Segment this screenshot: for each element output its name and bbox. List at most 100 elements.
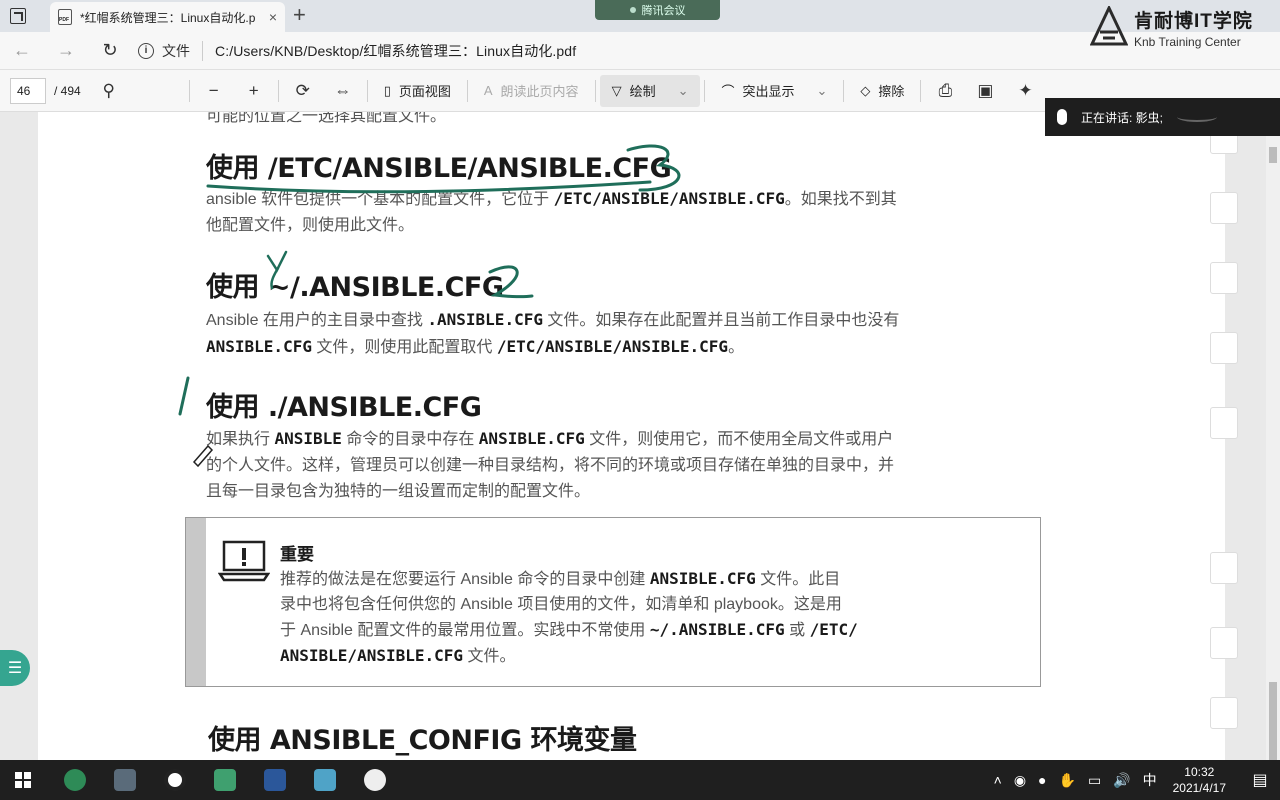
page-thumbnail[interactable] xyxy=(1210,262,1238,294)
scroll-thumb[interactable] xyxy=(1269,147,1277,163)
record-status-icon[interactable]: ◉ xyxy=(1014,772,1026,789)
text: Ansible 在用户的主目录中查找 xyxy=(206,312,428,329)
page-thumbnail[interactable] xyxy=(1210,627,1238,659)
address-bar: ← → ↻ i 文件 C:/Users/KNB/Desktop/红帽系统管理三：… xyxy=(0,32,1280,70)
search-icon[interactable]: ⚲ xyxy=(89,81,129,101)
pdf-file-icon xyxy=(58,9,72,25)
window-menu-icon[interactable] xyxy=(10,8,26,24)
volume-icon[interactable]: 🔊 xyxy=(1113,772,1130,789)
new-tab-button[interactable]: + xyxy=(293,4,306,26)
divider xyxy=(920,79,922,102)
page-view-button[interactable]: ▯ 页面视图 xyxy=(372,75,463,107)
divider xyxy=(277,79,279,102)
chevron-down-icon[interactable]: ⌄ xyxy=(678,83,689,99)
url-field[interactable]: C:/Users/KNB/Desktop/红帽系统管理三：Linux自动化.pd… xyxy=(215,41,576,61)
code: ANSIBLE/ANSIBLE.CFG xyxy=(280,646,464,665)
text: 且每一目录包含为独特的一组设置而定制的配置文件。 xyxy=(206,483,591,500)
ime-indicator[interactable]: 中 xyxy=(1143,770,1157,790)
forward-button[interactable]: → xyxy=(44,40,88,61)
note-title: 重要 xyxy=(280,545,314,564)
network-icon[interactable]: ▭ xyxy=(1088,772,1101,789)
zoom-in-icon[interactable]: + xyxy=(234,81,274,101)
tab-title: *红帽系统管理三：Linux自动化.p xyxy=(80,10,256,25)
record-taskbar-app[interactable] xyxy=(150,760,200,800)
section-title-home-ansible: 使用 ~/.ANSIBLE.CFG xyxy=(206,272,504,303)
section-paragraph-2: Ansible 在用户的主目录中查找 .ANSIBLE.CFG 文件。如果存在此… xyxy=(206,307,1036,361)
photos-taskbar-app[interactable] xyxy=(300,760,350,800)
page-thumbnail[interactable] xyxy=(1210,552,1238,584)
section-title-etc-ansible: 使用 /ETC/ANSIBLE/ANSIBLE.CFG xyxy=(206,153,672,184)
text: 或 xyxy=(784,622,810,639)
text: 录中也将包含任何供您的 Ansible 项目使用的文件，如清单和 playboo… xyxy=(280,596,842,613)
page-number-input[interactable]: 46 xyxy=(10,77,46,104)
document-viewport[interactable]: 可能的位置之一选择其配置文件。 使用 /ETC/ANSIBLE/ANSIBLE.… xyxy=(0,112,1280,760)
clock[interactable]: 10:32 2021/4/17 xyxy=(1173,764,1226,796)
reload-button[interactable]: ↻ xyxy=(88,40,132,61)
logo-mark-icon xyxy=(1089,4,1129,46)
print-icon[interactable]: ⎙ xyxy=(925,81,965,101)
microphone-icon[interactable]: ● xyxy=(1038,772,1046,788)
audio-wave-icon xyxy=(1177,112,1218,122)
vertical-scrollbar[interactable] xyxy=(1266,112,1280,760)
page-total: / 494 xyxy=(54,83,81,98)
meeting-icon xyxy=(629,7,636,13)
scroll-track-marker xyxy=(1269,682,1277,760)
page-thumbnail[interactable] xyxy=(1210,192,1238,224)
meeting-label: 腾讯会议 xyxy=(641,5,686,17)
code: ANSIBLE.CFG xyxy=(649,569,756,588)
brand-logo: 肯耐博IT学院 Knb Training Center xyxy=(1089,4,1253,49)
edge-taskbar-app[interactable] xyxy=(50,760,100,800)
site-info[interactable]: i 文件 xyxy=(138,41,190,61)
draw-button[interactable]: ▽ 绘制 ⌄ xyxy=(599,74,701,107)
word-taskbar-app[interactable] xyxy=(250,760,300,800)
text: 。 xyxy=(728,339,745,356)
info-icon: i xyxy=(138,42,154,59)
text: 于 Ansible 配置文件的最常用位置。实践中不常使用 xyxy=(280,622,650,639)
zoom-out-icon[interactable]: − xyxy=(194,81,234,101)
chat-taskbar-app[interactable] xyxy=(350,760,400,800)
rotate-icon[interactable]: ⟳ xyxy=(283,81,323,101)
fit-width-icon[interactable]: ⇔ xyxy=(323,81,363,101)
back-button[interactable]: ← xyxy=(0,40,44,61)
page-thumbnail[interactable] xyxy=(1210,697,1238,729)
highlight-button[interactable]: ⌒ 突出显示 ⌄ xyxy=(709,75,839,107)
taskbar: ˄ ◉ ● ✋ ▭ 🔊 中 10:32 2021/4/17 ▤ xyxy=(0,760,1280,800)
chevron-up-icon[interactable]: ˄ xyxy=(994,772,1002,788)
pdf-tab[interactable]: *红帽系统管理三：Linux自动化.p × xyxy=(50,2,285,32)
meeting-taskbar-app[interactable] xyxy=(200,760,250,800)
code: /ETC/ANSIBLE/ANSIBLE.CFG xyxy=(553,189,785,208)
clock-time: 10:32 xyxy=(1184,765,1215,779)
page-thumbnail[interactable] xyxy=(1210,407,1238,439)
chat-icon xyxy=(364,769,386,791)
code: /ETC/ANSIBLE/ANSIBLE.CFG xyxy=(496,337,729,356)
notification-icon[interactable]: ▤ xyxy=(1240,770,1280,790)
divider xyxy=(366,79,368,102)
erase-button[interactable]: ◇ 擦除 xyxy=(848,75,916,107)
important-note-box: 重要 推荐的做法是在您要运行 Ansible 命令的目录中创建 ANSIBLE.… xyxy=(185,517,1041,687)
tab-close-button[interactable]: × xyxy=(269,9,277,25)
read-aloud-button[interactable]: A 朗读此页内容 xyxy=(472,75,591,107)
page-view-label: 页面视图 xyxy=(398,84,451,99)
save-icon[interactable]: ▣ xyxy=(965,81,1005,101)
tencent-meeting-icon xyxy=(214,769,236,791)
erase-label: 擦除 xyxy=(878,84,905,99)
pin-icon[interactable]: ✦ xyxy=(1005,81,1045,101)
draw-icon: ▽ xyxy=(611,82,622,98)
explorer-taskbar-app[interactable] xyxy=(100,760,150,800)
folder-icon xyxy=(114,769,136,791)
meeting-indicator[interactable]: 腾讯会议 xyxy=(595,0,720,20)
section-paragraph-1: ansible 软件包提供一个基本的配置文件，它位于 /ETC/ANSIBLE/… xyxy=(206,186,1036,239)
start-button[interactable] xyxy=(0,760,46,800)
divider xyxy=(202,40,203,61)
text: 如果执行 xyxy=(206,431,275,448)
hand-icon[interactable]: ✋ xyxy=(1059,772,1076,789)
system-tray: ˄ ◉ ● ✋ ▭ 🔊 中 10:32 2021/4/17 ▤ xyxy=(988,760,1280,800)
read-aloud-label: 朗读此页内容 xyxy=(500,84,579,99)
photos-icon xyxy=(314,769,336,791)
chevron-down-icon[interactable]: ⌄ xyxy=(817,83,828,99)
section-title-local-ansible: 使用 ./ANSIBLE.CFG xyxy=(206,392,482,423)
page-view-icon: ▯ xyxy=(383,82,391,98)
cut-off-text: 可能的位置之一选择其配置文件。 xyxy=(206,112,447,125)
text: 文件，则使用此配置取代 xyxy=(311,339,497,356)
page-thumbnail[interactable] xyxy=(1210,332,1238,364)
